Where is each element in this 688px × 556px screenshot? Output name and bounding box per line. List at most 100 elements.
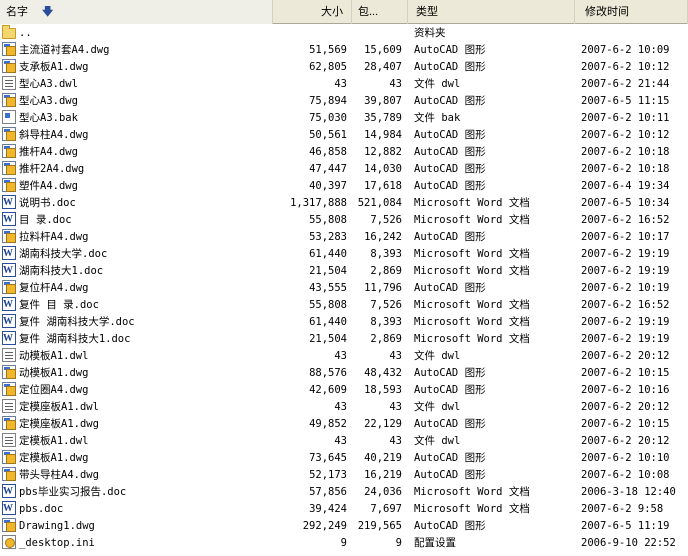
file-name: 定模座板A1.dwg (19, 418, 99, 430)
file-packed-size: 16,219 (364, 469, 402, 481)
file-row[interactable]: 定模板A1.dwg 73,645 40,219 AutoCAD 图形 2007-6-2 … (0, 450, 688, 467)
file-row[interactable]: 复位杆A4.dwg 43,555 11,796 AutoCAD 图形 2007-6-2 … (0, 280, 688, 297)
file-type: AutoCAD 图形 (414, 418, 486, 430)
file-packed-size: 8,393 (370, 316, 402, 328)
column-header-size[interactable]: 大小 (273, 0, 352, 24)
file-size: 50,561 (309, 129, 347, 141)
file-row[interactable]: 定模座板A1.dwg 49,852 22,129 AutoCAD 图形 2007-6-2… (0, 416, 688, 433)
file-row[interactable]: 型心A3.dwl 43 43 文件 dwl 2007-6-2 21:44 (0, 76, 688, 93)
file-packed-size: 2,869 (370, 265, 402, 277)
file-name-cell: 定模板A1.dwg (2, 450, 272, 467)
file-name-cell: 复件 目 录.doc (2, 297, 272, 314)
dwg-file-icon (2, 161, 16, 175)
file-modified: 2006-9-10 22:52 (581, 537, 676, 549)
file-modified: 2007-6-2 10:17 (581, 231, 670, 243)
dwl-file-icon (2, 348, 16, 362)
dwg-file-icon (2, 127, 16, 141)
file-row[interactable]: 目 录.doc 55,808 7,526 Microsoft Word 文档 2007-… (0, 212, 688, 229)
column-header-modified[interactable]: 修改时间 (575, 0, 688, 24)
file-row[interactable]: 拉料杆A4.dwg 53,283 16,242 AutoCAD 图形 2007-6-2 … (0, 229, 688, 246)
file-row[interactable]: 型心A3.bak 75,030 35,789 文件 bak 2007-6-2 10:11 (0, 110, 688, 127)
file-row[interactable]: 支承板A1.dwg 62,805 28,407 AutoCAD 图形 2007-6-2 … (0, 59, 688, 76)
file-row[interactable]: 动模板A1.dwl 43 43 文件 dwl 2007-6-2 20:12 (0, 348, 688, 365)
file-name-cell: 塑件A4.dwg (2, 178, 272, 195)
file-size: 55,808 (309, 214, 347, 226)
word-doc-icon (2, 246, 16, 262)
file-name: 复位杆A4.dwg (19, 282, 89, 294)
dwg-file-icon (2, 450, 16, 464)
file-packed-size: 7,697 (370, 503, 402, 515)
file-row[interactable]: 塑件A4.dwg 40,397 17,618 AutoCAD 图形 2007-6-4 1… (0, 178, 688, 195)
file-packed-size: 35,789 (364, 112, 402, 124)
file-name-cell: 定模座板A1.dwg (2, 416, 272, 433)
file-name-cell: 目 录.doc (2, 212, 272, 229)
column-header-packed[interactable]: 包... (352, 0, 408, 24)
file-packed-size: 15,609 (364, 44, 402, 56)
file-modified: 2007-6-2 10:18 (581, 146, 670, 158)
file-row[interactable]: 主流道衬套A4.dwg 51,569 15,609 AutoCAD 图形 2007-6-… (0, 42, 688, 59)
file-type: AutoCAD 图形 (414, 44, 486, 56)
column-header-packed-label: 包... (358, 6, 379, 18)
file-row[interactable]: 复件 湖南科技大1.doc 21,504 2,869 Microsoft Word 文… (0, 331, 688, 348)
file-row[interactable]: 定位圈A4.dwg 42,609 18,593 AutoCAD 图形 2007-6-2 … (0, 382, 688, 399)
file-row[interactable]: 动模板A1.dwg 88,576 48,432 AutoCAD 图形 2007-6-2 … (0, 365, 688, 382)
file-name: 斜导柱A4.dwg (19, 129, 89, 141)
file-row[interactable]: .. 资料夹 (0, 25, 688, 42)
file-row[interactable]: pbs毕业实习报告.doc 57,856 24,036 Microsoft Word … (0, 484, 688, 501)
file-name-cell: 复件 湖南科技大1.doc (2, 331, 272, 348)
file-packed-size: 22,129 (364, 418, 402, 430)
file-type: 文件 bak (414, 112, 461, 124)
file-modified: 2007-6-2 19:19 (581, 333, 670, 345)
file-row[interactable]: 湖南科技大1.doc 21,504 2,869 Microsoft Word 文档 20… (0, 263, 688, 280)
file-name: 拉料杆A4.dwg (19, 231, 89, 243)
file-row[interactable]: Drawing1.dwg 292,249 219,565 AutoCAD 图形 2007… (0, 518, 688, 535)
file-row[interactable]: 推杆2A4.dwg 47,447 14,030 AutoCAD 图形 2007-6-2 … (0, 161, 688, 178)
file-size: 43 (334, 401, 347, 413)
file-size: 55,808 (309, 299, 347, 311)
file-modified: 2007-6-2 9:58 (581, 503, 664, 515)
column-header-name-label: 名字 (6, 6, 28, 18)
file-packed-size: 17,618 (364, 180, 402, 192)
file-packed-size: 43 (389, 78, 402, 90)
dwg-file-icon (2, 59, 16, 73)
file-type: 配置设置 (414, 537, 456, 549)
file-row[interactable]: 推杆A4.dwg 46,858 12,882 AutoCAD 图形 2007-6-2 1… (0, 144, 688, 161)
file-type: Microsoft Word 文档 (414, 486, 530, 498)
file-size: 75,030 (309, 112, 347, 124)
file-name-cell: 型心A3.dwg (2, 93, 272, 110)
file-packed-size: 521,084 (357, 197, 402, 209)
file-row[interactable]: 斜导柱A4.dwg 50,561 14,984 AutoCAD 图形 2007-6-2 … (0, 127, 688, 144)
column-header-modified-label: 修改时间 (585, 6, 629, 18)
column-header-name[interactable]: 名字 🡇 (0, 0, 273, 24)
file-size: 9 (340, 537, 347, 549)
file-name: .. (19, 27, 32, 39)
file-row[interactable]: 说明书.doc 1,317,888 521,084 Microsoft Word 文档… (0, 195, 688, 212)
file-row[interactable]: pbs.doc 39,424 7,697 Microsoft Word 文档 2007-… (0, 501, 688, 518)
file-size: 43,555 (309, 282, 347, 294)
file-row[interactable]: 定模座板A1.dwl 43 43 文件 dwl 2007-6-2 20:12 (0, 399, 688, 416)
file-modified: 2007-6-2 10:16 (581, 384, 670, 396)
file-name: 定位圈A4.dwg (19, 384, 89, 396)
file-size: 43 (334, 78, 347, 90)
file-row[interactable]: 复件 湖南科技大学.doc 61,440 8,393 Microsoft Word 文… (0, 314, 688, 331)
file-row[interactable]: 型心A3.dwg 75,894 39,807 AutoCAD 图形 2007-6-5 1… (0, 93, 688, 110)
file-modified: 2007-6-2 10:15 (581, 367, 670, 379)
file-type: AutoCAD 图形 (414, 367, 486, 379)
file-size: 42,609 (309, 384, 347, 396)
file-name-cell: .. (2, 25, 272, 42)
file-name: 带头导柱A4.dwg (19, 469, 99, 481)
file-size: 61,440 (309, 248, 347, 260)
file-modified: 2007-6-2 20:12 (581, 350, 670, 362)
file-row[interactable]: _desktop.ini 9 9 配置设置 2006-9-10 22:52 (0, 535, 688, 552)
file-row[interactable]: 湖南科技大学.doc 61,440 8,393 Microsoft Word 文档 20… (0, 246, 688, 263)
dwg-file-icon (2, 178, 16, 192)
column-header-type[interactable]: 类型 (408, 0, 575, 24)
file-size: 53,283 (309, 231, 347, 243)
word-doc-icon (2, 484, 16, 500)
file-size: 51,569 (309, 44, 347, 56)
file-packed-size: 43 (389, 350, 402, 362)
file-packed-size: 9 (395, 537, 402, 549)
file-row[interactable]: 复件 目 录.doc 55,808 7,526 Microsoft Word 文档 20… (0, 297, 688, 314)
file-row[interactable]: 定模板A1.dwl 43 43 文件 dwl 2007-6-2 20:12 (0, 433, 688, 450)
file-row[interactable]: 带头导柱A4.dwg 52,173 16,219 AutoCAD 图形 2007-6-2… (0, 467, 688, 484)
